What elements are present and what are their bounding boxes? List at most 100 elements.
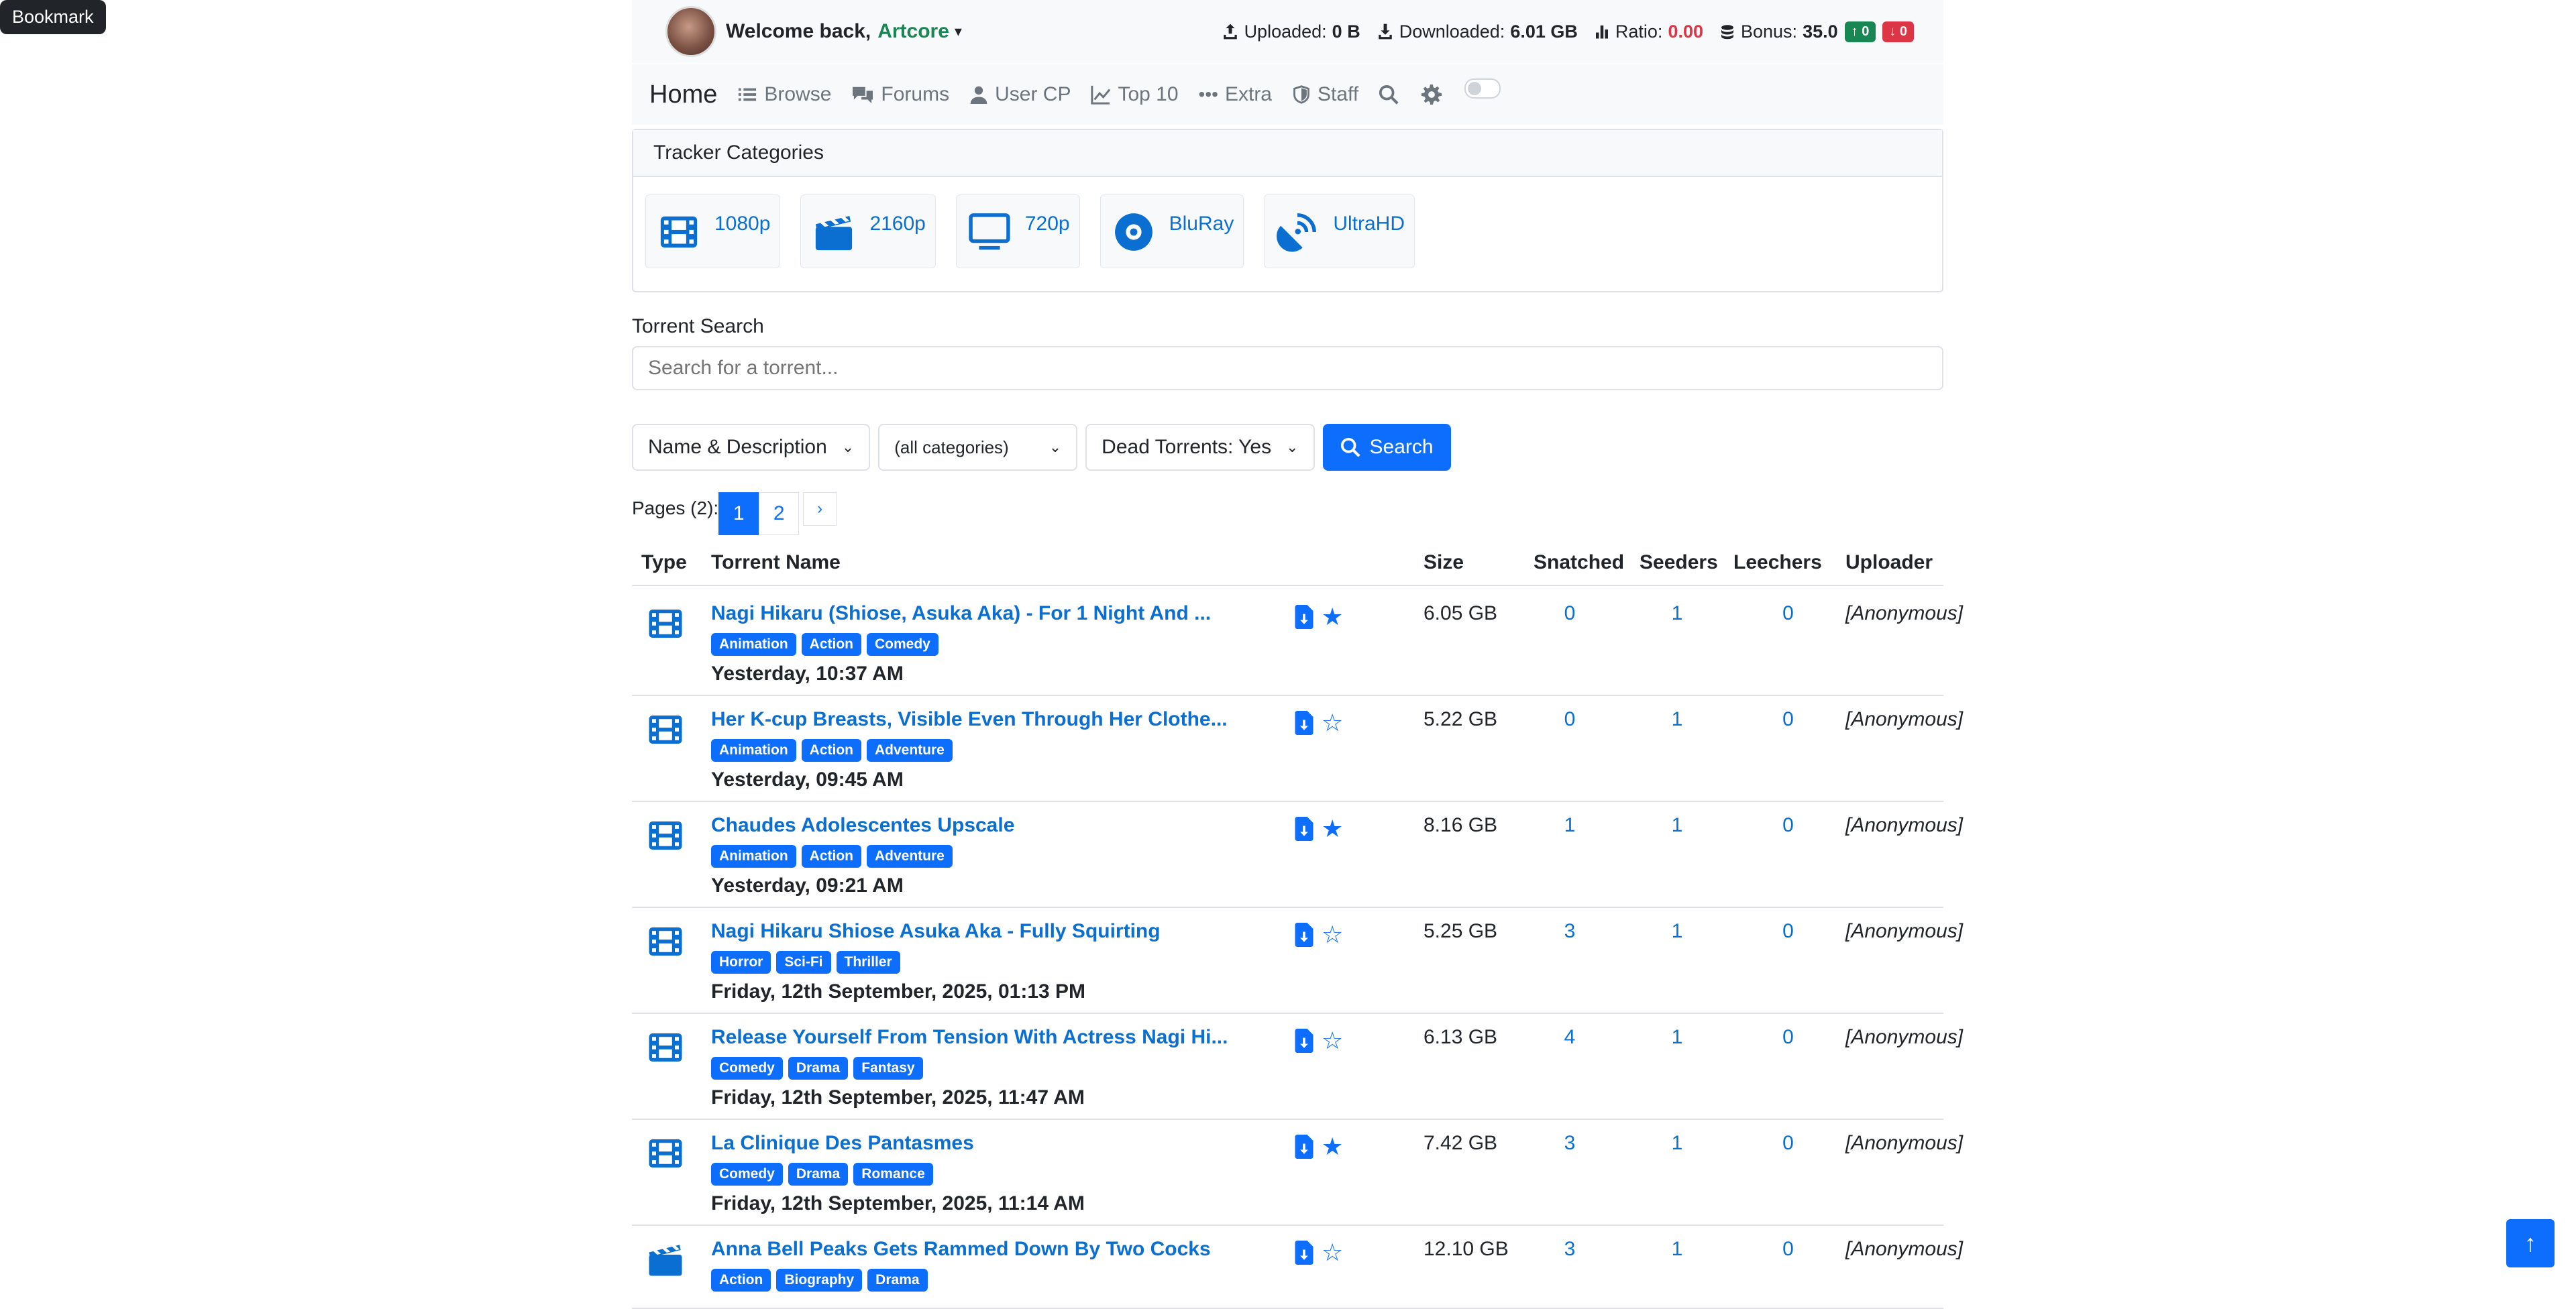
snatched-cell[interactable]: 4 [1516, 1013, 1623, 1120]
genre-tag[interactable]: Drama [788, 1057, 849, 1080]
genre-tag[interactable]: Animation [711, 739, 796, 762]
seeders-cell[interactable]: 1 [1623, 1225, 1731, 1309]
genre-tag[interactable]: Fantasy [853, 1057, 923, 1080]
download-file-icon[interactable] [1295, 923, 1313, 947]
category-2160p[interactable]: 2160p [800, 194, 936, 268]
torrent-name-link[interactable]: Her K-cup Breasts, Visible Even Through … [711, 708, 1295, 731]
upvote-badge[interactable]: ↑ 0 [1844, 21, 1876, 42]
col-size[interactable]: Size [1399, 542, 1516, 586]
genre-tag[interactable]: Thriller [836, 951, 900, 974]
leechers-cell[interactable]: 0 [1731, 801, 1845, 908]
torrent-name-link[interactable]: Nagi Hikaru (Shiose, Asuka Aka) - For 1 … [711, 602, 1295, 625]
search-button[interactable]: Search [1322, 424, 1451, 471]
nav-forums[interactable]: Forums [851, 83, 949, 106]
category-select[interactable]: (all categories) ⌄ [878, 424, 1078, 471]
bookmarked-star-icon[interactable]: ★ [1322, 1135, 1343, 1159]
download-file-icon[interactable] [1295, 1241, 1313, 1265]
dead-torrents-select[interactable]: Dead Torrents: Yes ⌄ [1085, 424, 1315, 471]
category-ultrahd[interactable]: UltraHD [1264, 194, 1415, 268]
theme-toggle[interactable] [1464, 78, 1501, 99]
leechers-cell[interactable]: 0 [1731, 1013, 1845, 1120]
leechers-cell[interactable]: 0 [1731, 590, 1845, 696]
genre-tag[interactable]: Comedy [711, 1057, 783, 1080]
genre-tag[interactable]: Action [801, 633, 861, 656]
genre-tag[interactable]: Drama [788, 1163, 849, 1186]
leechers-cell[interactable]: 0 [1731, 695, 1845, 802]
genre-tag[interactable]: Action [801, 739, 861, 762]
genre-tag[interactable]: Comedy [711, 1163, 783, 1186]
bookmark-star-icon[interactable]: ☆ [1322, 1241, 1343, 1265]
type-cell[interactable] [632, 695, 711, 802]
genre-tag[interactable]: Animation [711, 845, 796, 868]
leechers-cell[interactable]: 0 [1731, 1225, 1845, 1309]
scroll-to-top-button[interactable]: ↑ [2506, 1219, 2555, 1267]
torrent-name-link[interactable]: Chaudes Adolescentes Upscale [711, 814, 1295, 837]
nav-extra[interactable]: ••• Extra [1199, 83, 1272, 106]
torrent-name-link[interactable]: Anna Bell Peaks Gets Rammed Down By Two … [711, 1238, 1295, 1261]
genre-tag[interactable]: Romance [853, 1163, 933, 1186]
snatched-cell[interactable]: 3 [1516, 1225, 1623, 1309]
seeders-cell[interactable]: 1 [1623, 801, 1731, 908]
gear-icon[interactable] [1421, 84, 1442, 105]
bookmark-star-icon[interactable]: ☆ [1322, 923, 1343, 947]
col-leechers[interactable]: Leechers [1731, 542, 1845, 586]
bookmarked-star-icon[interactable]: ★ [1322, 605, 1343, 629]
genre-tag[interactable]: Animation [711, 633, 796, 656]
col-seeders[interactable]: Seeders [1623, 542, 1731, 586]
type-cell[interactable] [632, 1119, 711, 1226]
seeders-cell[interactable]: 1 [1623, 695, 1731, 802]
bookmark-star-icon[interactable]: ☆ [1322, 1029, 1343, 1053]
search-icon[interactable] [1379, 84, 1399, 105]
col-snatched[interactable]: Snatched [1516, 542, 1624, 586]
seeders-cell[interactable]: 1 [1623, 1119, 1731, 1226]
leechers-cell[interactable]: 0 [1731, 907, 1845, 1014]
category-bluray[interactable]: BluRay [1099, 194, 1244, 268]
genre-tag[interactable]: Horror [711, 951, 771, 974]
leechers-cell[interactable]: 0 [1731, 1119, 1845, 1226]
download-file-icon[interactable] [1295, 817, 1313, 841]
category-720p[interactable]: 720p [955, 194, 1080, 268]
download-file-icon[interactable] [1295, 605, 1313, 629]
download-file-icon[interactable] [1295, 711, 1313, 735]
page-1-link[interactable]: 1 [718, 492, 759, 535]
avatar[interactable] [665, 6, 716, 57]
torrent-name-link[interactable]: Nagi Hikaru Shiose Asuka Aka - Fully Squ… [711, 920, 1295, 943]
bookmarked-star-icon[interactable]: ★ [1322, 817, 1343, 841]
nav-top10[interactable]: Top 10 [1091, 83, 1179, 106]
search-field-select[interactable]: Name & Description ⌄ [632, 424, 871, 471]
genre-tag[interactable]: Sci-Fi [776, 951, 831, 974]
snatched-cell[interactable]: 0 [1516, 695, 1623, 802]
col-name[interactable]: Torrent Name [711, 542, 1295, 586]
torrent-name-link[interactable]: La Clinique Des Pantasmes [711, 1132, 1295, 1155]
nav-browse[interactable]: Browse [737, 83, 831, 106]
page-2-link[interactable]: 2 [759, 492, 800, 535]
genre-tag[interactable]: Action [801, 845, 861, 868]
nav-home[interactable]: Home [649, 80, 717, 109]
snatched-cell[interactable]: 0 [1516, 590, 1623, 696]
genre-tag[interactable]: Comedy [867, 633, 938, 656]
seeders-cell[interactable]: 1 [1623, 1013, 1731, 1120]
next-page-icon[interactable]: › [803, 492, 837, 526]
torrent-search-input[interactable] [632, 346, 1943, 390]
username-link[interactable]: Artcore [877, 20, 949, 43]
nav-staff[interactable]: Staff [1292, 83, 1358, 106]
download-file-icon[interactable] [1295, 1135, 1313, 1159]
genre-tag[interactable]: Adventure [867, 739, 953, 762]
type-cell[interactable] [632, 801, 711, 908]
bookmark-star-icon[interactable]: ☆ [1322, 711, 1343, 735]
snatched-cell[interactable]: 3 [1516, 907, 1623, 1014]
chevron-down-icon[interactable]: ▾ [955, 23, 962, 40]
type-cell[interactable] [632, 1013, 711, 1120]
type-cell[interactable] [632, 590, 711, 696]
download-file-icon[interactable] [1295, 1029, 1313, 1053]
type-cell[interactable] [632, 907, 711, 1014]
nav-usercp[interactable]: User CP [969, 83, 1071, 106]
category-1080p[interactable]: 1080p [645, 194, 781, 268]
seeders-cell[interactable]: 1 [1623, 590, 1731, 696]
snatched-cell[interactable]: 1 [1516, 801, 1623, 908]
genre-tag[interactable]: Adventure [867, 845, 953, 868]
seeders-cell[interactable]: 1 [1623, 907, 1731, 1014]
downvote-badge[interactable]: ↓ 0 [1882, 21, 1914, 42]
type-cell[interactable] [632, 1225, 711, 1309]
torrent-name-link[interactable]: Release Yourself From Tension With Actre… [711, 1026, 1295, 1049]
